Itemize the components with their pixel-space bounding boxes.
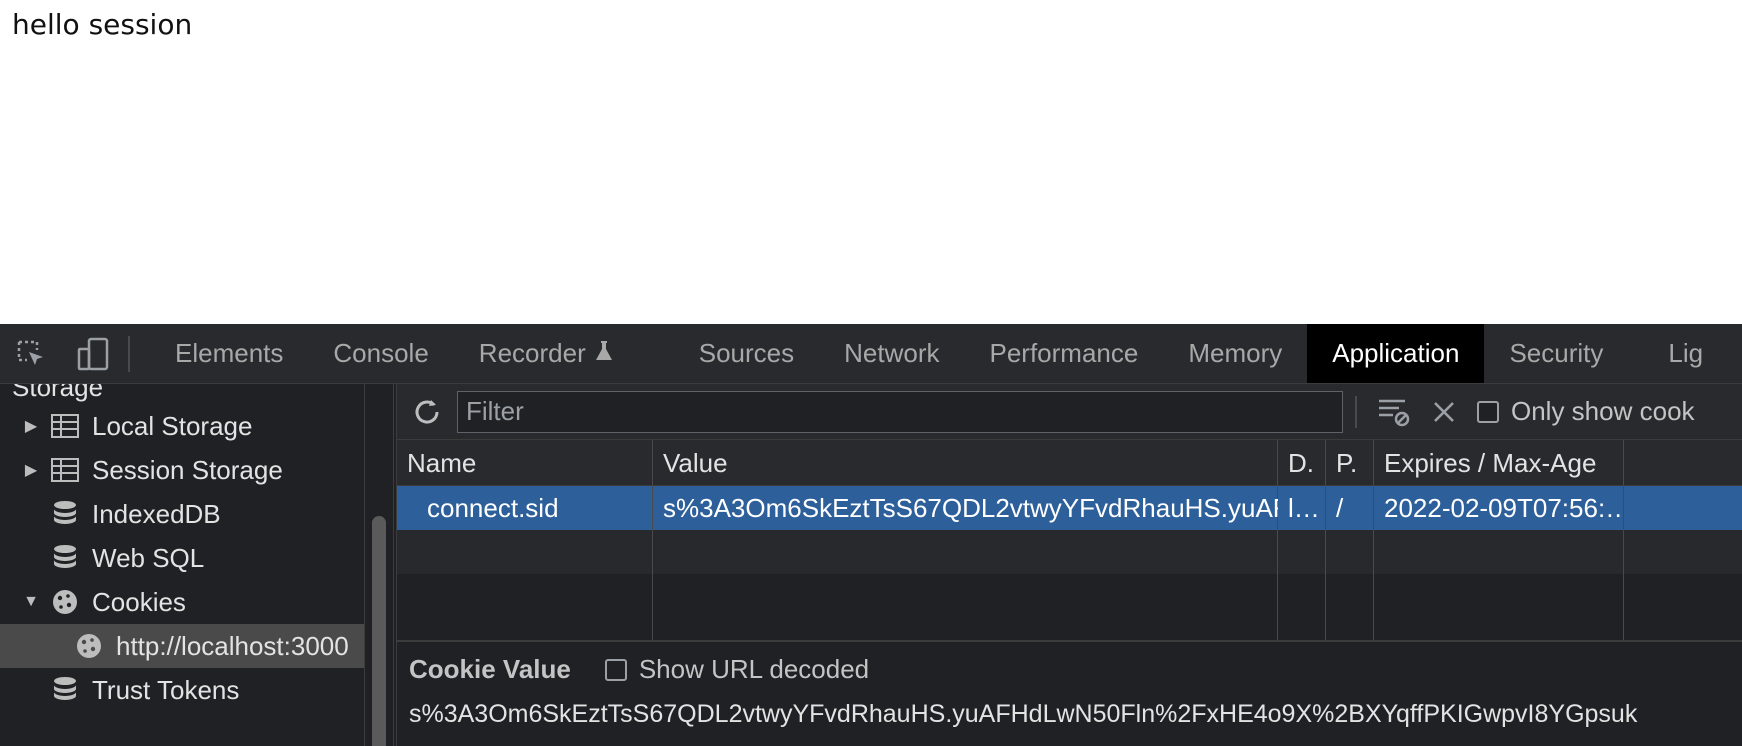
cookies-table: Name Value D. P. Expires / Max-Age conne… bbox=[397, 440, 1742, 640]
expand-arrow-icon[interactable]: ▶ bbox=[24, 416, 38, 436]
tab-elements[interactable]: Elements bbox=[150, 324, 308, 383]
table-icon bbox=[50, 455, 80, 485]
sidebar-item-label: Local Storage bbox=[92, 410, 253, 441]
tab-label: Memory bbox=[1188, 338, 1283, 368]
tab-label: Application bbox=[1332, 338, 1460, 368]
cookies-toolbar: Filter Only show cook bbox=[397, 384, 1742, 440]
tab-label: Network bbox=[844, 338, 940, 368]
sidebar-item-local-storage[interactable]: ▶ Local Storage bbox=[0, 404, 364, 448]
column-header-value[interactable]: Value bbox=[653, 440, 1278, 486]
only-show-issues-toggle[interactable]: Only show cook bbox=[1477, 396, 1695, 427]
tab-label: Elements bbox=[175, 338, 284, 368]
sidebar-item-indexeddb[interactable]: ▶ IndexedDB bbox=[0, 492, 364, 536]
tab-memory[interactable]: Memory bbox=[1163, 324, 1307, 383]
tab-label: Recorder bbox=[478, 338, 586, 368]
tab-console[interactable]: Console bbox=[308, 324, 453, 383]
cell-path[interactable]: / bbox=[1326, 486, 1374, 530]
cell-value[interactable]: s%3A3Om6SkEztTsS67QDL2vtwyYFvdRhauHS.yuA… bbox=[653, 486, 1278, 530]
tab-label: Security bbox=[1509, 338, 1604, 368]
tab-label: Lig bbox=[1668, 338, 1704, 368]
flask-icon bbox=[594, 338, 614, 369]
cookie-icon bbox=[74, 631, 104, 661]
sidebar-item-label: Web SQL bbox=[92, 542, 205, 573]
devtools-tab-bar: Elements Console Recorder Sources Networ… bbox=[0, 324, 1742, 384]
sidebar-item-label: http://localhost:3000 bbox=[116, 630, 349, 661]
tab-recorder[interactable]: Recorder bbox=[454, 324, 674, 383]
filter-input[interactable]: Filter bbox=[457, 390, 1343, 433]
cookie-value-text[interactable]: s%3A3Om6SkEztTsS67QDL2vtwyYFvdRhauHS.yuA… bbox=[409, 700, 1637, 729]
only-show-label: Only show cook bbox=[1511, 396, 1695, 426]
sidebar-item-session-storage[interactable]: ▶ Session Storage bbox=[0, 448, 364, 492]
application-sidebar: Storage ▶ Local Storage ▶ Session Storag… bbox=[0, 384, 364, 746]
sidebar-scrollbar[interactable] bbox=[364, 384, 394, 746]
database-icon bbox=[50, 675, 80, 705]
clear-filtered-icon[interactable] bbox=[1369, 384, 1419, 440]
show-url-decoded-label: Show URL decoded bbox=[638, 654, 870, 684]
sidebar-item-label: Cookies bbox=[92, 586, 186, 617]
tab-application[interactable]: Application bbox=[1307, 324, 1485, 383]
column-header-path[interactable]: P. bbox=[1326, 440, 1374, 486]
only-show-checkbox[interactable] bbox=[1477, 400, 1499, 423]
sidebar-item-cookies[interactable]: ▼ Cookies bbox=[0, 580, 364, 624]
sidebar-item-label: Trust Tokens bbox=[92, 674, 240, 705]
device-toolbar-icon[interactable] bbox=[62, 324, 124, 383]
sidebar-item-trust-tokens[interactable]: ▶ Trust Tokens bbox=[0, 668, 364, 712]
database-icon bbox=[50, 499, 80, 529]
sidebar-item-label: Session Storage bbox=[92, 454, 283, 485]
tab-sources[interactable]: Sources bbox=[674, 324, 819, 383]
tab-label: Performance bbox=[989, 338, 1139, 368]
database-icon bbox=[50, 543, 80, 573]
sidebar-item-web-sql[interactable]: ▶ Web SQL bbox=[0, 536, 364, 580]
toolbar-separator bbox=[1355, 395, 1357, 428]
expand-arrow-icon[interactable]: ▶ bbox=[24, 460, 38, 480]
sidebar-item-label: IndexedDB bbox=[92, 498, 221, 529]
table-icon bbox=[50, 411, 80, 441]
column-header-expires[interactable]: Expires / Max-Age bbox=[1374, 440, 1624, 486]
cell-name[interactable]: connect.sid bbox=[397, 486, 653, 530]
column-header-domain[interactable]: D. bbox=[1278, 440, 1326, 486]
cookie-value-title: Cookie Value bbox=[409, 654, 571, 684]
inspect-element-icon[interactable] bbox=[0, 324, 62, 383]
cookies-panel: Filter Only show cook Name Value D. P. E… bbox=[396, 384, 1742, 746]
refresh-icon[interactable] bbox=[397, 384, 457, 440]
tab-label: Console bbox=[333, 338, 429, 368]
column-header-name[interactable]: Name bbox=[397, 440, 653, 486]
storage-section-title: Storage bbox=[12, 384, 104, 402]
tab-network[interactable]: Network bbox=[819, 324, 964, 383]
page-heading: hello session bbox=[12, 8, 193, 41]
toolbar-separator bbox=[128, 335, 130, 372]
scrollbar-thumb[interactable] bbox=[372, 516, 386, 746]
cell-domain[interactable]: l… bbox=[1278, 486, 1326, 530]
devtools-panel: Elements Console Recorder Sources Networ… bbox=[0, 324, 1742, 746]
sidebar-item-cookie-origin[interactable]: ▶ http://localhost:3000 bbox=[0, 624, 364, 668]
page-content: hello session bbox=[0, 0, 1742, 324]
delete-all-icon[interactable] bbox=[1419, 384, 1469, 440]
collapse-arrow-icon[interactable]: ▼ bbox=[23, 593, 39, 611]
cell-expires[interactable]: 2022-02-09T07:56:… bbox=[1374, 486, 1624, 530]
cookie-value-pane: Cookie Value Show URL decoded s%3A3Om6Sk… bbox=[397, 640, 1742, 746]
cookie-icon bbox=[50, 587, 80, 617]
tab-performance[interactable]: Performance bbox=[964, 324, 1163, 383]
show-url-decoded-checkbox[interactable] bbox=[604, 658, 627, 681]
tab-security[interactable]: Security bbox=[1484, 324, 1643, 383]
tab-label: Sources bbox=[698, 338, 795, 368]
show-url-decoded-toggle[interactable]: Show URL decoded bbox=[604, 654, 870, 685]
tab-lighthouse[interactable]: Lig bbox=[1643, 324, 1728, 383]
